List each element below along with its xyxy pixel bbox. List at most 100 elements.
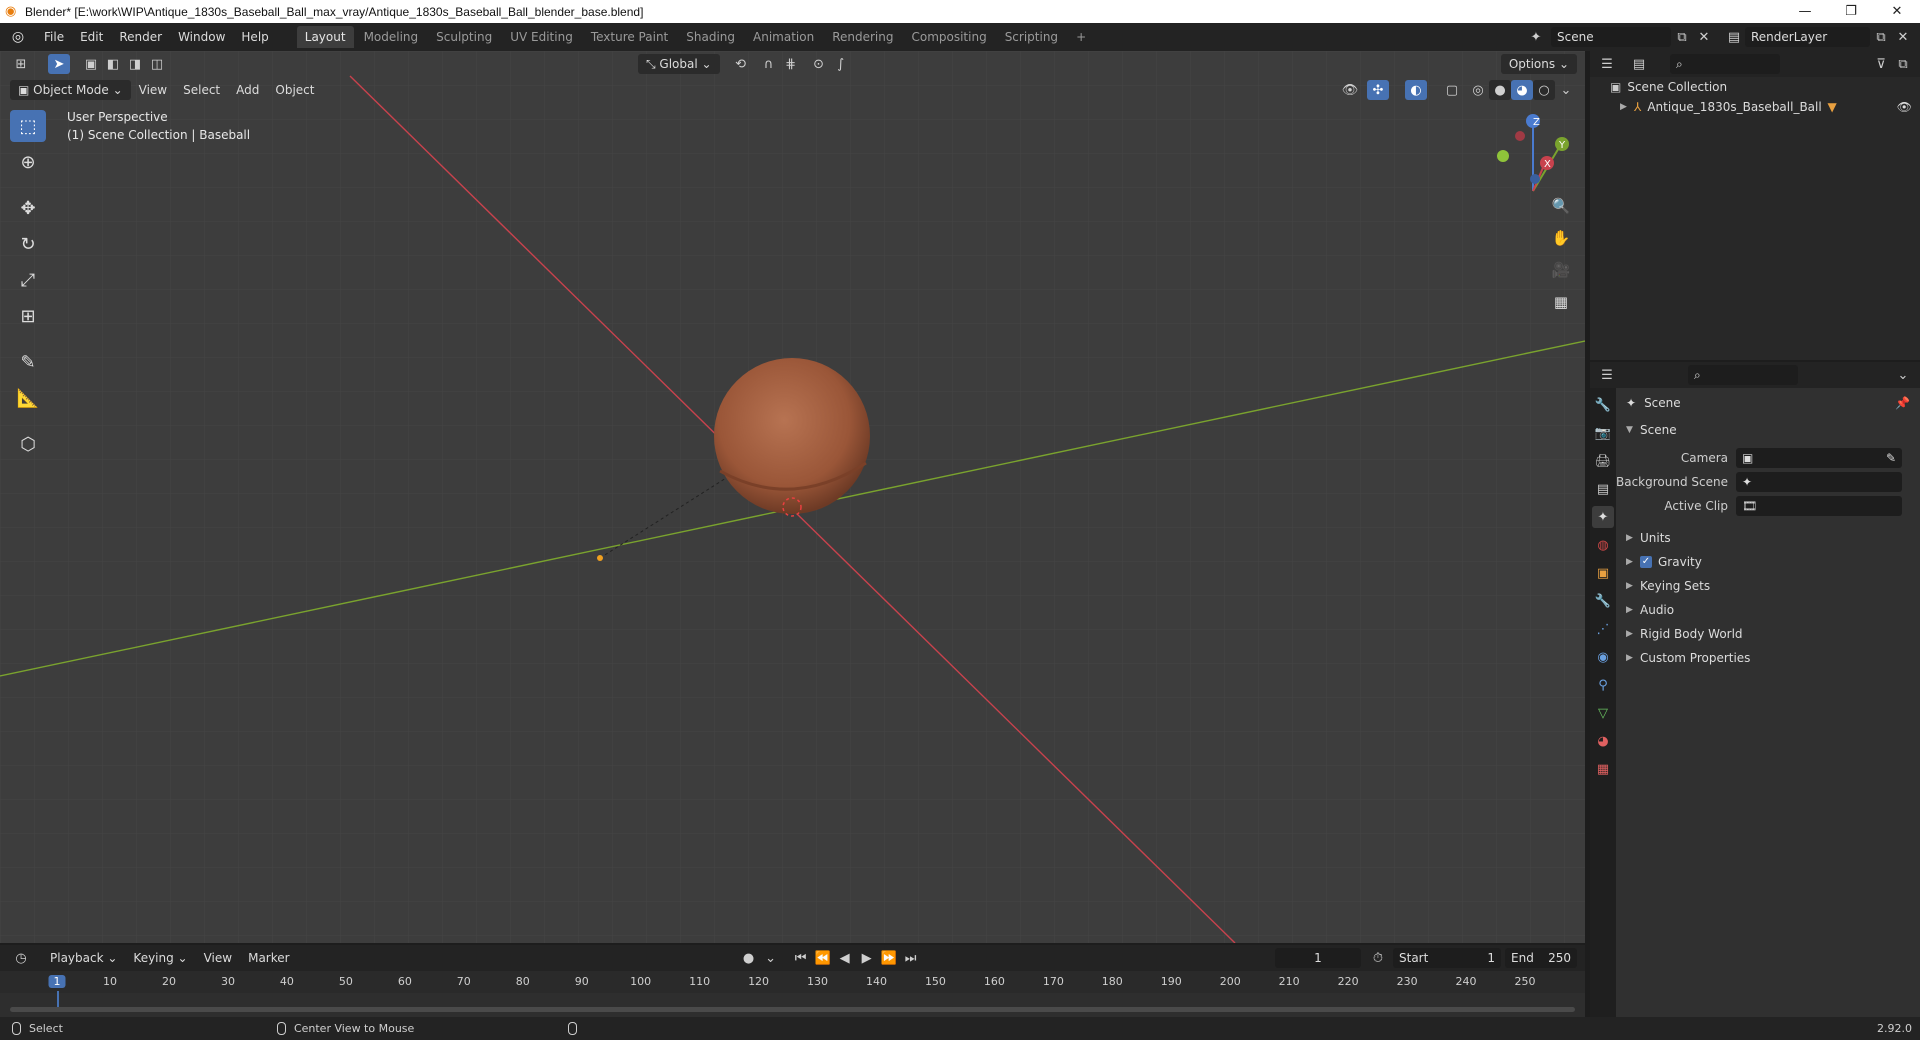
timeline-tick[interactable]: 150 [925,975,946,988]
timeline-tick[interactable]: 10 [103,975,117,988]
rigid-body-world-panel-header[interactable]: ▶ Rigid Body World [1616,622,1920,646]
pan-hand-icon[interactable]: ✋ [1548,225,1574,251]
timeline-tick[interactable]: 40 [280,975,294,988]
render-tab-icon[interactable]: 📷 [1592,422,1614,444]
tab-layout[interactable]: Layout [296,26,354,48]
pivot-icon[interactable]: ⟲ [730,54,752,74]
select-box-tool-icon[interactable]: ⬚ [10,110,46,142]
overlay-toggle-icon[interactable]: ◐ [1405,80,1427,100]
timeline-tick[interactable]: 140 [866,975,887,988]
shading-options-icon[interactable]: ⌄ [1555,80,1577,100]
cursor-tool-icon[interactable]: ⊕ [10,146,46,178]
tab-animation[interactable]: Animation [745,26,822,48]
proportional-edit-icon[interactable]: ⊙ [808,54,830,74]
new-scene-icon[interactable]: ⧉ [1671,27,1693,47]
stopwatch-icon[interactable]: ⏱ [1367,948,1389,968]
blender-menu-icon[interactable]: ◎ [0,23,36,51]
timeline-tick[interactable]: 60 [398,975,412,988]
visibility-icon[interactable]: 👁 [1339,80,1361,100]
timeline-menu-marker[interactable]: Marker [240,948,297,968]
tab-texture-paint[interactable]: Texture Paint [583,26,676,48]
tab-scripting[interactable]: Scripting [997,26,1066,48]
outliner-item[interactable]: ▶ ⅄ Antique_1830s_Baseball_Ball ▼ 👁 [1590,97,1920,117]
visibility-eye-icon[interactable]: 👁 [1897,100,1912,114]
viewport-menu-select[interactable]: Select [175,80,228,100]
scene-tab-icon[interactable]: ✦ [1592,506,1614,528]
timeline-scrollbar[interactable] [10,1007,1575,1012]
audio-panel-header[interactable]: ▶ Audio [1616,598,1920,622]
zoom-icon[interactable]: 🔍 [1548,193,1574,219]
properties-options-icon[interactable]: ⌄ [1892,365,1914,385]
timeline-tick[interactable]: 180 [1102,975,1123,988]
timeline-tick[interactable]: 240 [1456,975,1477,988]
timeline-tick[interactable]: 100 [630,975,651,988]
new-collection-icon[interactable]: ⧉ [1892,54,1914,74]
play-reverse-icon[interactable]: ◀ [834,948,856,968]
viewport-menu-view[interactable]: View [131,80,175,100]
active-clip-field[interactable]: 🎞 [1736,496,1902,516]
viewport-menu-object[interactable]: Object [267,80,322,100]
xray-icon[interactable]: ▢ [1441,80,1463,100]
3d-viewport[interactable] [0,51,1585,943]
timeline-ruler[interactable]: 1 10 20 30 40 50 60 70 80 90 100 110 120 130 140 150 160… [0,971,1585,1011]
editor-type-icon[interactable]: ⊞ [10,54,32,74]
record-icon[interactable]: ● [738,948,760,968]
material-tab-icon[interactable]: ◕ [1592,730,1614,752]
scale-tool-icon[interactable]: ⤢ [10,264,46,296]
background-scene-field[interactable]: ✦ [1736,472,1902,492]
timeline-tick[interactable]: 120 [748,975,769,988]
tool-tab-icon[interactable]: 🔧 [1592,394,1614,416]
prev-keyframe-icon[interactable]: ⏪ [812,948,834,968]
tab-shading[interactable]: Shading [678,26,743,48]
timeline-tick[interactable]: 130 [807,975,828,988]
gizmo-toggle-icon[interactable]: ✣ [1367,80,1389,100]
gravity-panel-header[interactable]: ▶ ✓ Gravity [1616,550,1920,574]
tab-sculpting[interactable]: Sculpting [428,26,500,48]
filter-icon[interactable]: ⊽ [1870,54,1892,74]
menu-edit[interactable]: Edit [72,26,111,48]
camera-view-icon[interactable]: 🎥 [1548,257,1574,283]
tab-modeling[interactable]: Modeling [356,26,427,48]
expand-arrow-icon[interactable]: ▶ [1620,102,1634,112]
scene-panel-header[interactable]: ▼ Scene [1616,418,1920,442]
ortho-grid-icon[interactable]: ▦ [1548,289,1574,315]
timeline-tick[interactable]: 110 [689,975,710,988]
select-subtract-icon[interactable]: ◨ [124,54,146,74]
timeline-tick[interactable]: 170 [1043,975,1064,988]
rendered-shading-icon[interactable]: ○ [1533,80,1555,100]
timeline-menu-playback[interactable]: Playback ⌄ [42,948,125,968]
current-frame-field[interactable]: 1 [1275,948,1361,968]
delete-renderlayer-icon[interactable]: ✕ [1892,27,1914,47]
transform-tool-icon[interactable]: ⊞ [10,300,46,332]
outliner-scene-collection[interactable]: ▣ Scene Collection [1590,77,1920,97]
move-tool-icon[interactable]: ✥ [10,192,46,224]
timeline-tick[interactable]: 210 [1279,975,1300,988]
select-invert-icon[interactable]: ◫ [146,54,168,74]
modifiers-tab-icon[interactable]: 🔧 [1592,590,1614,612]
texture-tab-icon[interactable]: ▦ [1592,758,1614,780]
select-new-icon[interactable]: ▣ [80,54,102,74]
menu-window[interactable]: Window [170,26,233,48]
custom-properties-panel-header[interactable]: ▶ Custom Properties [1616,646,1920,670]
physics-tab-icon[interactable]: ◉ [1592,646,1614,668]
start-frame-field[interactable]: Start 1 [1393,948,1501,968]
timeline-tick[interactable]: 50 [339,975,353,988]
rotate-tool-icon[interactable]: ↻ [10,228,46,260]
jump-end-icon[interactable]: ⏭ [900,948,922,968]
world-tab-icon[interactable]: ◍ [1592,534,1614,556]
outliner-editor-type-icon[interactable]: ☰ [1596,54,1618,74]
view-layer-tab-icon[interactable]: ▤ [1592,478,1614,500]
menu-render[interactable]: Render [111,26,170,48]
options-dropdown[interactable]: Options ⌄ [1500,54,1577,74]
falloff-icon[interactable]: ∫ [830,54,852,74]
solid-shading-icon[interactable]: ● [1489,80,1511,100]
outliner-search-input[interactable]: ⌕ [1670,54,1780,74]
timeline-tick[interactable]: 160 [984,975,1005,988]
timeline-tick[interactable]: 250 [1515,975,1536,988]
snap-target-icon[interactable]: ⋕ [780,54,802,74]
new-renderlayer-icon[interactable]: ⧉ [1870,27,1892,47]
close-button[interactable]: ✕ [1874,0,1920,23]
origin-dot[interactable] [597,555,603,561]
units-panel-header[interactable]: ▶ Units [1616,526,1920,550]
tab-uv-editing[interactable]: UV Editing [502,26,581,48]
